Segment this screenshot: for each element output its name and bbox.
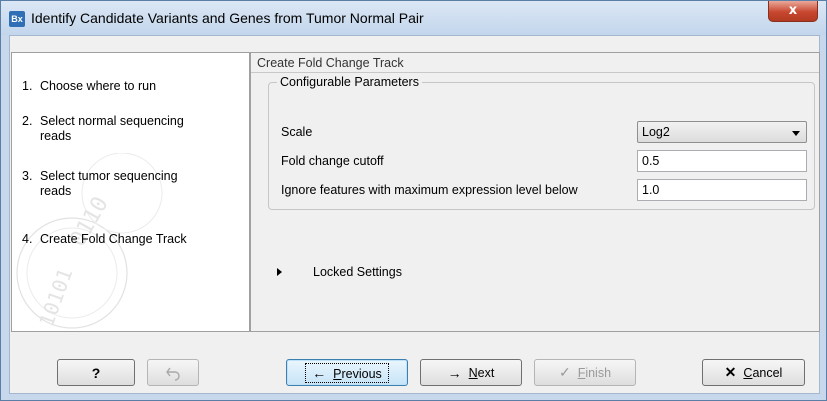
expression-threshold-input[interactable]: 1.0 xyxy=(637,179,807,201)
wizard-step-4-current: 4. Create Fold Change Track xyxy=(22,232,187,246)
scale-select[interactable]: Log2 xyxy=(637,121,807,143)
wizard-step-1: 1. Choose where to run xyxy=(22,79,157,93)
fold-change-cutoff-label: Fold change cutoff xyxy=(281,154,384,168)
previous-button[interactable]: ← Previous xyxy=(286,359,408,386)
window-title: Identify Candidate Variants and Genes fr… xyxy=(31,10,424,26)
bx-app-icon: Bx xyxy=(9,11,25,27)
section-divider xyxy=(251,72,819,73)
wizard-step-3: 3. Select tumor sequencing reads xyxy=(22,169,178,198)
close-icon: x xyxy=(788,3,798,18)
undo-icon xyxy=(166,367,180,381)
scale-value: Log2 xyxy=(642,125,670,139)
section-title: Create Fold Change Track xyxy=(257,56,404,70)
expression-threshold-label: Ignore features with maximum expression … xyxy=(281,183,578,197)
help-icon: ? xyxy=(91,364,101,381)
settings-panel: Create Fold Change Track Configurable Pa… xyxy=(250,52,820,332)
finish-button[interactable]: ✓ Finish xyxy=(534,359,636,386)
locked-settings-label: Locked Settings xyxy=(313,265,402,279)
svg-text:10101: 10101 xyxy=(34,265,77,330)
dialog-body: 0110 10101 1. Choose where to run 2. Selec… xyxy=(9,35,820,394)
title-bar: Bx Identify Candidate Variants and Genes… xyxy=(1,1,826,35)
x-icon: ✕ xyxy=(724,364,737,380)
close-button[interactable]: x xyxy=(768,1,818,22)
wizard-step-2: 2. Select normal sequencing reads xyxy=(22,114,184,143)
chevron-down-icon xyxy=(792,131,800,136)
help-button[interactable]: ? xyxy=(57,359,135,386)
arrow-right-icon: → xyxy=(447,364,462,381)
expand-triangle-icon xyxy=(277,268,282,276)
check-icon: ✓ xyxy=(558,364,571,380)
cancel-button[interactable]: ✕ Cancel xyxy=(702,359,805,386)
wizard-steps-panel: 0110 10101 1. Choose where to run 2. Selec… xyxy=(11,52,250,332)
dialog-window: Bx Identify Candidate Variants and Genes… xyxy=(0,0,827,401)
group-title: Configurable Parameters xyxy=(277,75,422,89)
reset-button[interactable] xyxy=(147,359,199,386)
next-button[interactable]: → Next xyxy=(420,359,522,386)
scale-label: Scale xyxy=(281,125,313,139)
fold-change-cutoff-input[interactable]: 0.5 xyxy=(637,150,807,172)
arrow-left-icon: ← xyxy=(312,364,327,381)
